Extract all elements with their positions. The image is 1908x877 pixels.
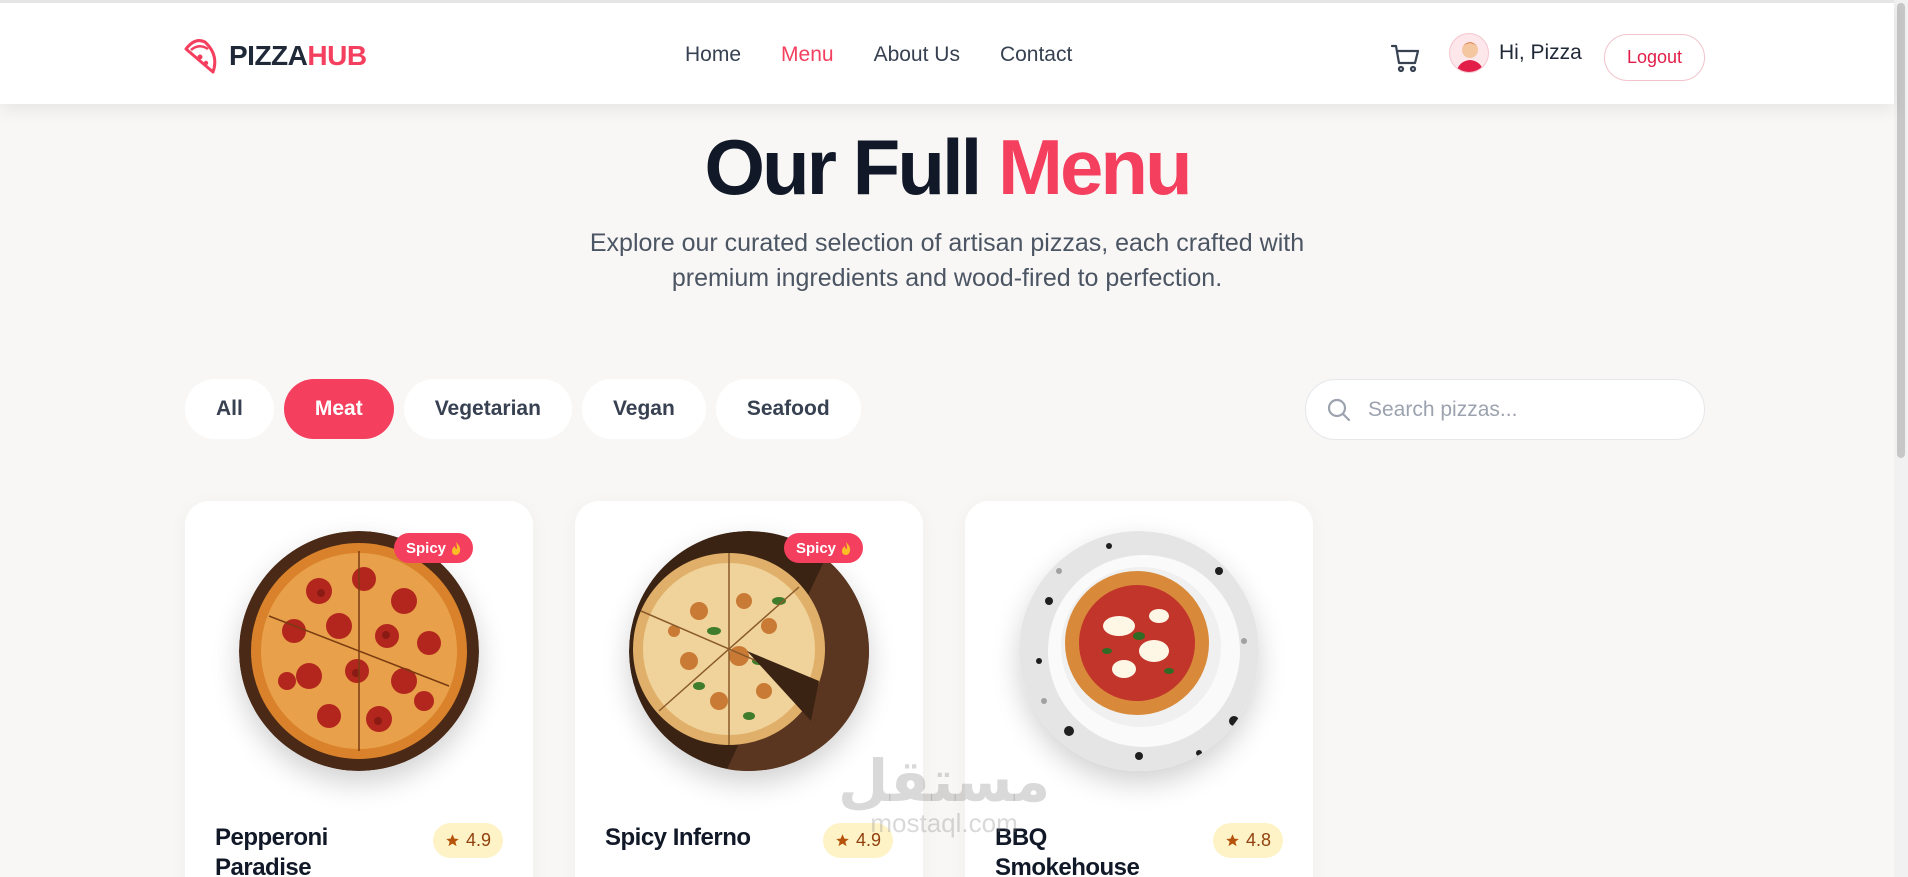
brand-name: PIZZAHUB [229, 40, 367, 71]
search-box [1305, 379, 1705, 440]
star-icon [446, 834, 459, 847]
product-name: BBQ Smokehouse [995, 824, 1140, 877]
pizza-image [239, 531, 479, 771]
product-card[interactable]: Spicy Spicy Inferno 4.9 [575, 501, 923, 877]
product-card[interactable]: Spicy Pepperoni Paradise 4.9 [185, 501, 533, 877]
nav-about-us[interactable]: About Us [874, 43, 960, 67]
filter-vegan[interactable]: Vegan [581, 379, 706, 439]
search-input[interactable] [1368, 397, 1688, 422]
filter-meat[interactable]: Meat [283, 379, 394, 439]
rating-badge: 4.9 [822, 823, 893, 858]
page-title: Our Full Menu [704, 123, 1192, 211]
page-subtitle: Explore our curated selection of artisan… [589, 229, 1305, 292]
avatar [1449, 33, 1489, 73]
scrollbar-thumb[interactable] [1897, 3, 1905, 458]
search-icon [1327, 398, 1351, 421]
pizza-image [1019, 531, 1259, 771]
main-nav: Home Menu About Us Contact [685, 43, 1072, 67]
product-name: Pepperoni Paradise [215, 824, 328, 877]
category-filters: All Meat Vegetarian Vegan Seafood [185, 379, 861, 439]
brand-logo[interactable]: PIZZAHUB [183, 37, 367, 75]
logout-button[interactable]: Logout [1604, 34, 1705, 81]
filter-all[interactable]: All [185, 379, 274, 439]
star-icon [836, 834, 849, 847]
fire-icon [452, 541, 461, 555]
filter-vegetarian[interactable]: Vegetarian [403, 379, 572, 439]
page-scrollbar[interactable] [1894, 0, 1908, 877]
user-menu[interactable]: Hi, Pizza [1449, 33, 1582, 73]
nav-home[interactable]: Home [685, 43, 741, 67]
user-greeting: Hi, Pizza [1499, 41, 1582, 64]
product-name: Spicy Inferno [605, 824, 751, 851]
pizza-image [629, 531, 869, 771]
spicy-badge: Spicy [784, 533, 864, 563]
product-card[interactable]: BBQ Smokehouse 4.8 [965, 501, 1313, 877]
filter-seafood[interactable]: Seafood [715, 379, 861, 439]
rating-badge: 4.9 [432, 823, 503, 858]
fire-icon [842, 541, 851, 555]
star-icon [1226, 834, 1239, 847]
top-navbar: PIZZAHUB Home Menu About Us Contact Hi, … [0, 0, 1894, 104]
pizza-slice-icon [184, 39, 217, 74]
nav-menu[interactable]: Menu [781, 43, 834, 67]
rating-badge: 4.8 [1212, 823, 1283, 858]
spicy-badge: Spicy [394, 533, 474, 563]
nav-contact[interactable]: Contact [1000, 43, 1072, 67]
shopping-cart-icon[interactable] [1390, 42, 1422, 74]
